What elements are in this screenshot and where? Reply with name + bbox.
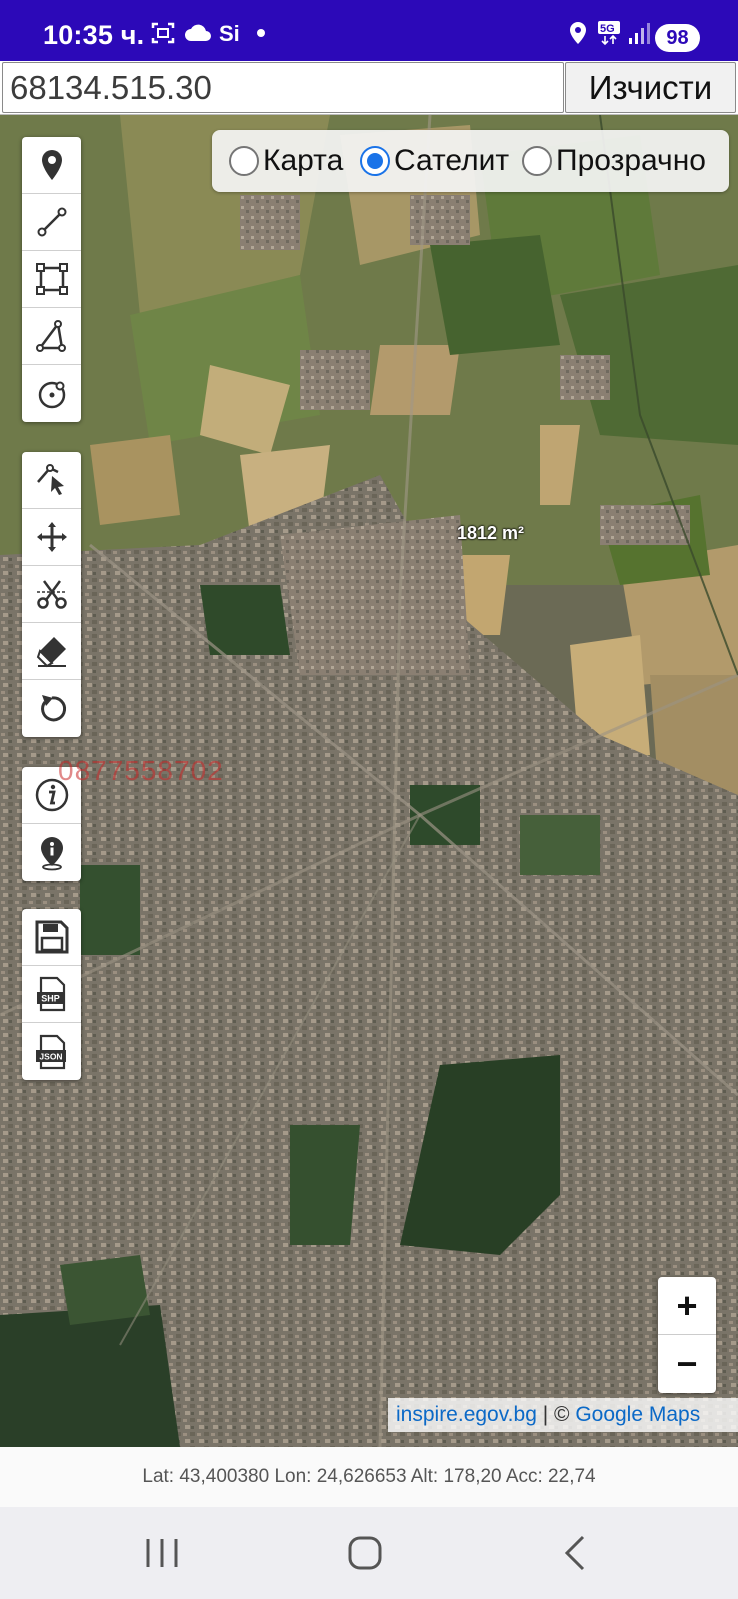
- location-info-tool-button[interactable]: [22, 824, 81, 881]
- layer-option-satellite[interactable]: Сателит: [360, 142, 509, 180]
- home-button[interactable]: [335, 1531, 395, 1575]
- clear-button[interactable]: Изчисти: [565, 62, 736, 113]
- json-export-button[interactable]: JSON: [22, 1023, 81, 1080]
- signal-icon: [629, 23, 650, 44]
- map-view[interactable]: Карта Сателит Прозрачно SHP JSON 0877558…: [0, 115, 738, 1447]
- radio-transparent[interactable]: [522, 146, 552, 176]
- status-time: 10:35 ч.: [43, 20, 145, 50]
- edit-tools: [22, 452, 81, 737]
- home-icon: [348, 1536, 382, 1570]
- svg-text:5G: 5G: [600, 23, 615, 35]
- system-nav-bar: [0, 1507, 738, 1599]
- save-button[interactable]: [22, 909, 81, 966]
- circle-icon: [38, 381, 65, 408]
- export-tools: SHP JSON: [22, 909, 81, 1080]
- app-s-icon: Si: [219, 21, 240, 46]
- angle-tool-button[interactable]: [22, 308, 81, 365]
- back-icon: [564, 1535, 585, 1571]
- map-attribution: inspire.egov.bg | © Google Maps: [388, 1398, 738, 1432]
- undo-icon: [40, 694, 66, 721]
- eraser-icon: [36, 637, 66, 668]
- move-icon: [36, 522, 67, 552]
- line-icon: [37, 207, 66, 237]
- select-tool-button[interactable]: [22, 452, 81, 509]
- layer-switch: Карта Сателит Прозрачно: [212, 130, 729, 192]
- angle-icon: [35, 320, 66, 352]
- radio-satellite[interactable]: [360, 146, 390, 176]
- layer-option-map[interactable]: Карта: [229, 142, 343, 180]
- phone-watermark: 0877558702: [58, 755, 224, 786]
- line-tool-button[interactable]: [22, 194, 81, 251]
- notification-dot-icon: [257, 29, 265, 37]
- zoom-in-button[interactable]: +: [658, 1277, 716, 1335]
- location-info-icon: [40, 836, 63, 870]
- inspire-link[interactable]: inspire.egov.bg: [396, 1403, 537, 1426]
- marker-icon: [41, 150, 62, 180]
- polygon-icon: [35, 263, 68, 295]
- status-bar: 10:35 ч. Si 5G 98: [0, 0, 738, 61]
- search-row: Изчисти: [0, 61, 738, 115]
- svg-text:SHP: SHP: [41, 994, 60, 1004]
- screenshot-icon: [151, 22, 175, 44]
- move-tool-button[interactable]: [22, 509, 81, 566]
- gps-coordinates: Lat: 43,400380 Lon: 24,626653 Alt: 178,2…: [0, 1447, 738, 1507]
- recent-apps-icon: [146, 1539, 178, 1567]
- eraser-tool-button[interactable]: [22, 623, 81, 680]
- zoom-control: + −: [658, 1277, 716, 1393]
- shp-export-icon: SHP: [36, 976, 65, 1012]
- battery-indicator: 98: [655, 24, 700, 52]
- svg-text:Si: Si: [219, 21, 240, 46]
- attribution-separator: | ©: [536, 1403, 576, 1426]
- cut-icon: [36, 580, 67, 609]
- recent-apps-button[interactable]: [132, 1531, 192, 1575]
- undo-tool-button[interactable]: [22, 680, 81, 737]
- polygon-tool-button[interactable]: [22, 251, 81, 308]
- location-icon: [570, 22, 586, 44]
- save-icon: [35, 920, 68, 954]
- cut-tool-button[interactable]: [22, 566, 81, 623]
- zoom-out-button[interactable]: −: [658, 1335, 716, 1393]
- marker-tool-button[interactable]: [22, 137, 81, 194]
- svg-text:JSON: JSON: [39, 1051, 62, 1061]
- shp-export-button[interactable]: SHP: [22, 966, 81, 1023]
- back-button[interactable]: [545, 1531, 605, 1575]
- circle-tool-button[interactable]: [22, 365, 81, 422]
- select-icon: [36, 464, 64, 495]
- google-maps-link[interactable]: Google Maps: [575, 1403, 700, 1426]
- draw-tools: [22, 137, 81, 422]
- network-5g-icon: 5G: [598, 21, 620, 46]
- json-export-icon: JSON: [35, 1034, 66, 1069]
- area-label: 1812 m²: [457, 523, 525, 543]
- layer-option-transparent[interactable]: Прозрачно: [522, 142, 706, 180]
- cloud-icon: [185, 24, 211, 41]
- radio-map[interactable]: [229, 146, 259, 176]
- parcel-search-input[interactable]: [2, 62, 564, 113]
